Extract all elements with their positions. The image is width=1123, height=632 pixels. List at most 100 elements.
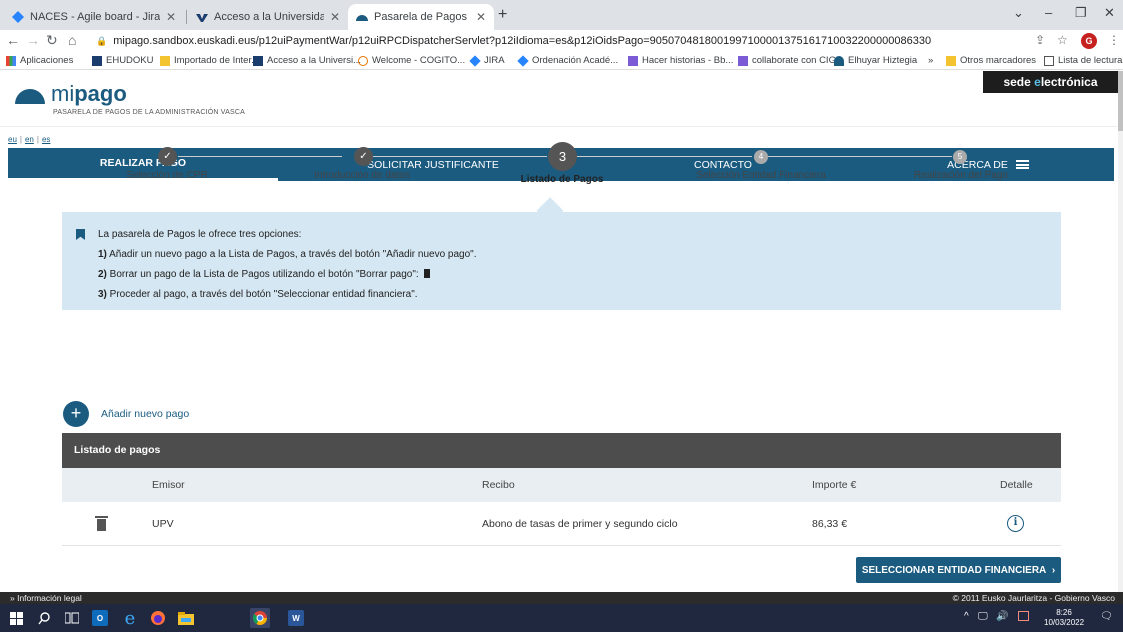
delete-payment-button[interactable] — [95, 502, 108, 545]
volume-icon[interactable]: 🔊 — [996, 611, 1008, 622]
page-scrollbar[interactable] — [1118, 71, 1123, 592]
close-window-icon[interactable]: ✕ — [1104, 5, 1115, 21]
step-1-check-icon: ✓ — [158, 147, 177, 166]
logo-text-light: mi — [51, 81, 75, 106]
select-financial-entity-button[interactable]: SELECCIONAR ENTIDAD FINANCIERA › — [856, 557, 1061, 583]
browser-tab-jira[interactable]: NACES - Agile board - Jira ✕ — [4, 4, 184, 30]
lang-eu-link[interactable]: eu — [8, 135, 17, 144]
file-explorer-icon[interactable] — [178, 610, 194, 626]
network-icon[interactable]: 🖵 — [978, 611, 988, 622]
notifications-icon[interactable]: 🗨 — [1100, 611, 1113, 622]
step-connector — [178, 156, 342, 157]
payments-table-title: Listado de pagos — [62, 433, 1061, 468]
lang-es-link[interactable]: es — [42, 135, 50, 144]
step-2-check-icon: ✓ — [354, 147, 373, 166]
mipago-logo[interactable]: mi pago — [15, 81, 127, 107]
chrome-icon[interactable] — [250, 608, 270, 628]
browser-tab-upv[interactable]: Acceso a la Universidad - UPV/EH ✕ — [188, 4, 348, 30]
bookmark-item[interactable]: Otros marcadores — [946, 55, 1036, 66]
word-icon[interactable]: W — [288, 610, 304, 626]
windows-start-icon[interactable] — [8, 610, 24, 626]
lang-en-link[interactable]: en — [25, 135, 34, 144]
step-connector — [768, 156, 952, 157]
url-text: mipago.sandbox.euskadi.eus/p12uiPaymentW… — [113, 35, 932, 47]
browser-toolbar: ← → ↻ ⌂ 🔒 mipago.sandbox.euskadi.eus/p12… — [0, 30, 1123, 52]
new-tab-button[interactable]: + — [498, 6, 507, 24]
logo-subtitle: PASARELA DE PAGOS DE LA ADMINISTRACIÓN V… — [53, 109, 246, 116]
close-tab-icon[interactable]: ✕ — [330, 10, 340, 24]
trash-icon — [424, 268, 431, 278]
col-emisor: Emisor — [152, 479, 185, 491]
menu-dots-icon[interactable]: ⋮ — [1108, 33, 1120, 47]
page-content: mi pago PASARELA DE PAGOS DE LA ADMINISTR… — [0, 71, 1118, 592]
search-icon[interactable] — [36, 610, 52, 626]
tab-title: Pasarela de Pagos de la Adminis — [374, 11, 470, 23]
more-bookmarks-button[interactable]: » — [928, 55, 933, 66]
folder-icon — [160, 55, 170, 66]
profile-avatar[interactable]: G — [1081, 33, 1097, 49]
bookmark-star-icon[interactable]: ☆ — [1057, 33, 1068, 47]
jira-icon — [517, 54, 529, 67]
step-4-badge: 4 — [754, 150, 768, 164]
reload-icon[interactable]: ↻ — [46, 32, 58, 49]
bookmark-item[interactable]: Aplicaciones — [6, 55, 73, 66]
task-view-icon[interactable] — [64, 610, 80, 626]
home-icon[interactable]: ⌂ — [68, 32, 76, 48]
bookmark-item[interactable]: Lista de lectura — [1044, 55, 1122, 66]
step-connector — [373, 156, 547, 157]
tab-separator — [186, 10, 187, 24]
cell-importe: 86,33 € — [812, 517, 848, 530]
info-icon: i — [1007, 515, 1024, 532]
bookmark-item[interactable]: Hacer historias - Bb... — [628, 55, 733, 66]
cogito-icon — [358, 55, 368, 66]
tray-chevron-up-icon[interactable]: ^ — [964, 611, 969, 622]
add-payment-icon[interactable]: + — [63, 401, 89, 427]
info-intro: La pasarela de Pagos le ofrece tres opci… — [98, 229, 302, 240]
chevron-right-icon: › — [1051, 564, 1056, 576]
upv-icon — [196, 11, 208, 23]
info-option-3: 3) Proceder al pago, a través del botón … — [98, 289, 418, 300]
back-icon[interactable]: ← — [6, 32, 20, 48]
cell-emisor: UPV — [152, 517, 174, 530]
bookmark-item[interactable]: EHUDOKU — [92, 55, 154, 66]
close-tab-icon[interactable]: ✕ — [166, 10, 176, 24]
tab-search-icon[interactable]: ⌄ — [1013, 5, 1024, 21]
bookmark-item[interactable]: JIRA — [469, 54, 505, 67]
bookmark-item[interactable]: Ordenación Acadé... — [517, 54, 618, 67]
header-divider — [0, 126, 1118, 127]
close-tab-icon[interactable]: ✕ — [476, 10, 486, 24]
bookmark-item[interactable]: Welcome - COGITO... — [358, 55, 465, 66]
detail-button[interactable]: i — [1007, 502, 1024, 545]
folder-icon — [946, 55, 956, 66]
add-payment-link[interactable]: Añadir nuevo pago — [101, 408, 189, 420]
legal-info-link[interactable]: » Información legal — [10, 593, 82, 603]
bookmark-item[interactable]: collaborate con CIG — [738, 55, 836, 66]
cell-recibo: Abono de tasas de primer y segundo ciclo — [482, 517, 678, 530]
step-connector — [576, 156, 752, 157]
restore-icon[interactable]: ❐ — [1075, 5, 1087, 21]
bookmark-item[interactable]: Elhuyar Hiztegia — [834, 55, 917, 66]
language-selector: eu | en | es — [8, 135, 51, 144]
bookmark-icon — [76, 229, 85, 240]
edge-legacy-icon[interactable]: e — [122, 608, 138, 629]
language-icon[interactable] — [1018, 611, 1029, 624]
reading-list-icon — [1044, 55, 1054, 66]
step-3-badge: 3 — [548, 142, 577, 171]
bookmark-item[interactable]: Importado de Inter... — [160, 55, 259, 66]
bookmark-item[interactable]: Acceso a la Universi... — [253, 55, 361, 66]
system-clock[interactable]: 8:26 10/03/2022 — [1044, 608, 1084, 628]
sede-electronica-banner[interactable]: sede e lectrónica — [983, 71, 1118, 93]
firefox-icon[interactable] — [150, 610, 166, 626]
scrollbar-thumb[interactable] — [1118, 71, 1123, 131]
address-bar[interactable]: 🔒 mipago.sandbox.euskadi.eus/p12uiPaymen… — [96, 31, 1026, 51]
share-icon[interactable]: ⇪ — [1035, 33, 1045, 47]
copyright-text: © 2011 Eusko Jaurlaritza - Gobierno Vasc… — [952, 593, 1115, 603]
step-5-badge: 5 — [953, 150, 967, 164]
minimize-icon[interactable]: – — [1045, 5, 1052, 20]
browser-tab-mipago[interactable]: Pasarela de Pagos de la Adminis ✕ — [348, 4, 494, 30]
page-footer: » Información legal © 2011 Eusko Jaurlar… — [0, 592, 1123, 604]
info-panel-pointer — [535, 195, 565, 225]
elhuyar-icon — [834, 55, 844, 66]
outlook-icon[interactable]: O — [92, 610, 108, 626]
forward-icon[interactable]: → — [26, 32, 40, 48]
